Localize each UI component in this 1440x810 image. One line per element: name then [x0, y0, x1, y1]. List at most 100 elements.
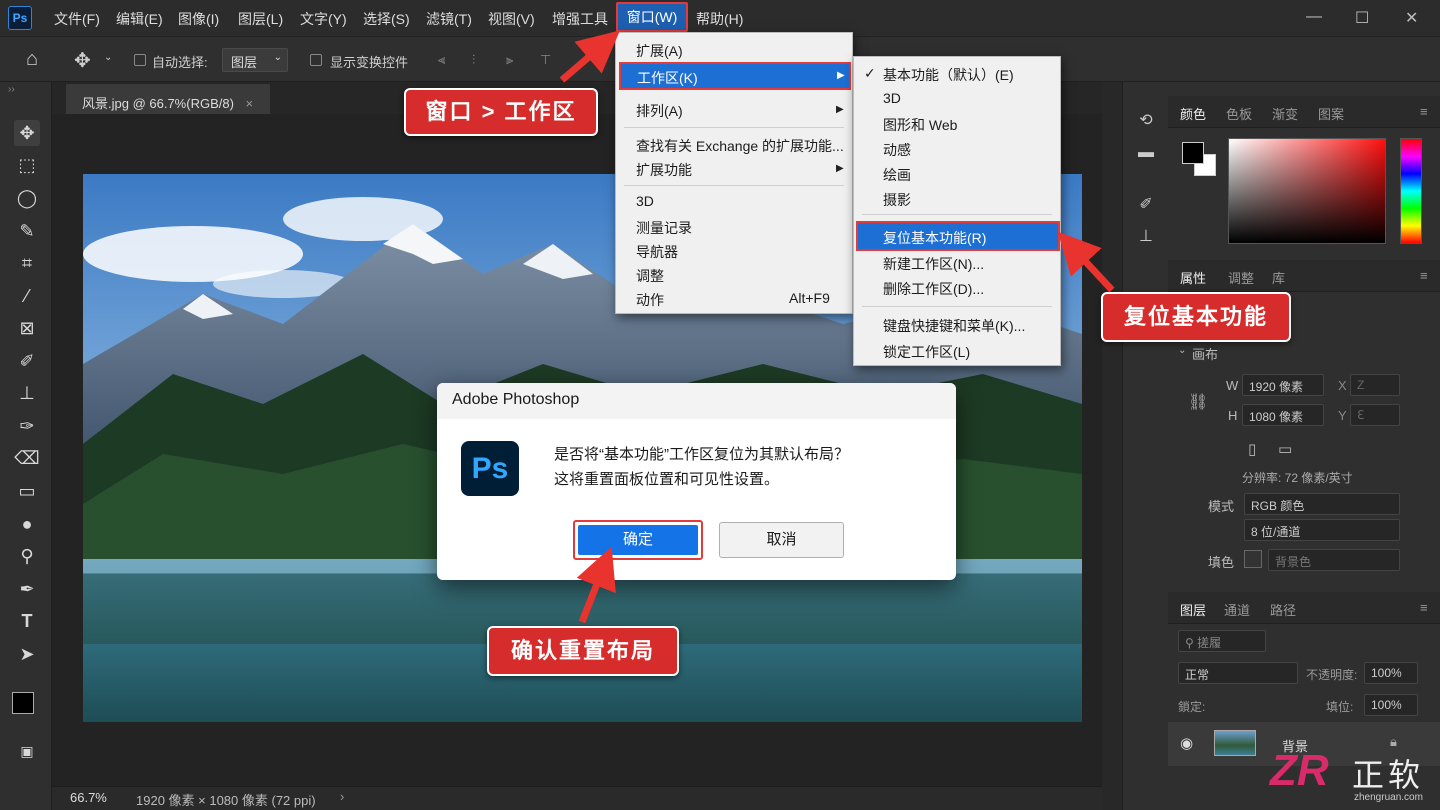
menu-item-extensions[interactable]: 扩展(A): [636, 41, 683, 61]
tab-patterns[interactable]: 图案: [1318, 104, 1344, 123]
eyedropper-tool-icon[interactable]: ⁄: [14, 283, 40, 309]
menu-item-measurement-log[interactable]: 测量记录: [636, 218, 692, 238]
frame-tool-icon[interactable]: ⊠: [14, 315, 40, 341]
panel-menu-icon[interactable]: ≡: [1420, 104, 1428, 119]
menu-enhance-tools[interactable]: 增强工具: [552, 9, 608, 29]
tab-swatches[interactable]: 色板: [1226, 104, 1252, 123]
home-icon[interactable]: ⌂: [26, 48, 38, 71]
hue-slider[interactable]: [1400, 138, 1422, 244]
brush-settings-icon[interactable]: ✐: [1135, 194, 1157, 216]
menu-file[interactable]: 文件(F): [54, 9, 100, 29]
lasso-tool-icon[interactable]: ◯: [14, 185, 40, 211]
opacity-field[interactable]: 100%: [1364, 662, 1418, 684]
crop-tool-icon[interactable]: ⌗: [14, 250, 40, 276]
clone-source-icon[interactable]: ⊥: [1135, 226, 1157, 248]
width-field[interactable]: 1920 像素: [1242, 374, 1324, 396]
menu-item-graphics-web[interactable]: 图形和 Web: [883, 115, 957, 135]
tab-layers[interactable]: 图层: [1180, 600, 1206, 619]
stamp-tool-icon[interactable]: ⊥: [14, 380, 40, 406]
menu-item-painting[interactable]: 绘画: [883, 165, 911, 185]
menu-item-reset-essentials[interactable]: 复位基本功能(R): [856, 221, 1060, 251]
blend-mode-select[interactable]: 正常: [1178, 662, 1298, 684]
auto-select-checkbox[interactable]: [134, 54, 146, 66]
show-transform-checkbox[interactable]: [310, 54, 322, 66]
pen-tool-icon[interactable]: ✒: [14, 576, 40, 602]
tab-gradients[interactable]: 渐变: [1272, 104, 1298, 123]
menu-item-arrange[interactable]: 排列(A): [636, 101, 683, 121]
menu-item-photography[interactable]: 摄影: [883, 190, 911, 210]
move-tool-icon[interactable]: ✥: [14, 120, 40, 146]
panel-menu-icon[interactable]: ≡: [1420, 268, 1428, 283]
menu-item-lock-workspace[interactable]: 锁定工作区(L): [883, 342, 970, 362]
cancel-button[interactable]: 取消: [719, 522, 844, 558]
menu-item-find-exchange[interactable]: 查找有关 Exchange 的扩展功能...: [636, 136, 844, 156]
dodge-tool-icon[interactable]: ⚲: [14, 543, 40, 569]
menu-item-essentials-default[interactable]: 基本功能（默认）(E): [883, 65, 1014, 85]
align-left-icon[interactable]: ⫷: [438, 52, 445, 68]
tab-libraries[interactable]: 库: [1272, 268, 1285, 287]
zoom-level[interactable]: 66.7%: [70, 790, 107, 805]
fill-select[interactable]: 背景色: [1268, 549, 1400, 571]
menu-item-motion[interactable]: 动感: [883, 140, 911, 160]
align-top-icon[interactable]: ⊤: [540, 52, 551, 68]
tab-adjustments[interactable]: 调整: [1228, 268, 1254, 287]
document-tab[interactable]: 风景.jpg @ 66.7%(RGB/8) ×: [66, 84, 270, 114]
tab-close-icon[interactable]: ×: [246, 96, 254, 111]
menu-edit[interactable]: 编辑(E): [116, 9, 163, 29]
menu-item-3d[interactable]: 3D: [636, 193, 654, 209]
menu-window[interactable]: 窗口(W): [616, 2, 688, 32]
quick-mask-icon[interactable]: ▣: [14, 738, 40, 764]
layer-select-dropdown[interactable]: 图层 ⌄: [222, 48, 288, 72]
move-tool-icon[interactable]: ✥: [74, 48, 91, 73]
chevron-down-icon[interactable]: ⌄: [1178, 345, 1186, 356]
menu-item-actions[interactable]: 动作: [636, 290, 664, 310]
menu-image[interactable]: 图像(I): [178, 9, 219, 29]
menu-item-adjustments[interactable]: 调整: [636, 266, 664, 286]
gradient-tool-icon[interactable]: ▭: [14, 478, 40, 504]
menu-item-workspace[interactable]: 工作区(K) ▶: [619, 62, 851, 90]
menu-filter[interactable]: 滤镜(T): [426, 9, 472, 29]
menu-type[interactable]: 文字(Y): [300, 9, 347, 29]
eraser-tool-icon[interactable]: ⌫: [14, 445, 40, 471]
menu-select[interactable]: 选择(S): [363, 9, 410, 29]
menu-help[interactable]: 帮助(H): [696, 9, 743, 29]
layer-filter-select[interactable]: ⚲ 搓履: [1178, 630, 1266, 652]
minimize-icon[interactable]: —: [1306, 8, 1322, 26]
history-brush-icon[interactable]: ✑: [14, 413, 40, 439]
history-panel-icon[interactable]: ⟲: [1135, 110, 1157, 132]
depth-select[interactable]: 8 位/通道: [1244, 519, 1400, 541]
align-right-icon[interactable]: ⫸: [506, 52, 513, 68]
link-icon[interactable]: ⛓: [1188, 392, 1208, 412]
color-field[interactable]: [1228, 138, 1386, 244]
menu-item-3d-workspace[interactable]: 3D: [883, 90, 901, 106]
ok-button[interactable]: 确定: [573, 520, 703, 560]
align-center-icon[interactable]: ⫶: [472, 52, 475, 68]
landscape-icon[interactable]: ▭: [1278, 440, 1292, 458]
mode-select[interactable]: RGB 颜色: [1244, 493, 1400, 515]
y-field[interactable]: ℇ: [1350, 404, 1400, 426]
chevron-down-icon[interactable]: ⌄: [104, 52, 112, 63]
quick-select-tool-icon[interactable]: ✎: [14, 218, 40, 244]
panel-menu-icon[interactable]: ≡: [1420, 600, 1428, 615]
menu-item-keyboard-shortcuts[interactable]: 键盘快捷键和菜单(K)...: [883, 316, 1025, 336]
menu-view[interactable]: 视图(V): [488, 9, 535, 29]
maximize-icon[interactable]: ☐: [1355, 8, 1369, 28]
close-icon[interactable]: ✕: [1405, 8, 1418, 28]
brush-tool-icon[interactable]: ✐: [14, 348, 40, 374]
tab-color[interactable]: 颜色: [1180, 104, 1206, 123]
fg-color-swatch[interactable]: [1182, 142, 1204, 164]
height-field[interactable]: 1080 像素: [1242, 404, 1324, 426]
path-select-tool-icon[interactable]: ➤: [14, 641, 40, 667]
eye-icon[interactable]: ◉: [1180, 734, 1193, 752]
status-arrow-icon[interactable]: ›: [340, 789, 344, 804]
tab-paths[interactable]: 路径: [1270, 600, 1296, 619]
comment-icon[interactable]: ▬: [1135, 144, 1157, 166]
menu-item-extension-features[interactable]: 扩展功能: [636, 160, 692, 180]
type-tool-icon[interactable]: T: [14, 608, 40, 634]
collapse-icon[interactable]: ››: [8, 84, 15, 95]
menu-item-new-workspace[interactable]: 新建工作区(N)...: [883, 254, 984, 274]
foreground-color-swatch[interactable]: [12, 692, 34, 714]
menu-item-delete-workspace[interactable]: 删除工作区(D)...: [883, 279, 984, 299]
blur-tool-icon[interactable]: ●: [14, 511, 40, 537]
portrait-icon[interactable]: ▯: [1248, 440, 1256, 458]
